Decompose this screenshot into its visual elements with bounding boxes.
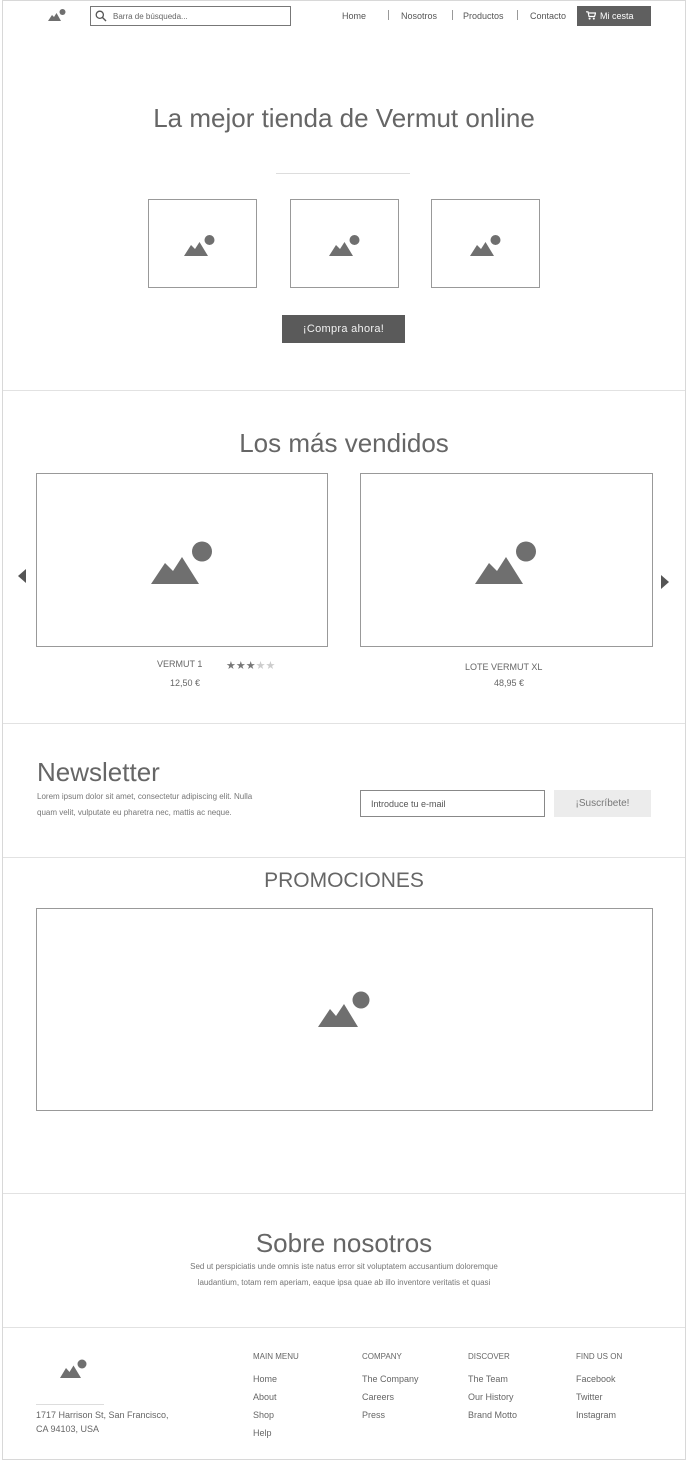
product-card-image[interactable]: [360, 473, 653, 647]
footer-link[interactable]: Instagram: [576, 1410, 616, 1420]
image-placeholder-icon: [60, 1359, 87, 1378]
section-divider: [3, 723, 685, 724]
promotions-title: PROMOCIONES: [264, 869, 424, 892]
cart-button[interactable]: Mi cesta: [577, 6, 651, 26]
section-divider: [3, 1327, 685, 1328]
search-icon: [95, 10, 107, 22]
star-icon: ★: [245, 660, 256, 672]
nav-divider: [388, 10, 389, 20]
search-input[interactable]: [113, 10, 283, 22]
footer-link[interactable]: Our History: [468, 1392, 514, 1402]
about-title: Sobre nosotros: [255, 1228, 433, 1258]
star-icon: ★: [265, 660, 276, 672]
address-line: CA 94103, USA: [36, 1424, 100, 1434]
footer-link[interactable]: Brand Motto: [468, 1410, 517, 1420]
star-icon: ★: [255, 660, 266, 672]
footer-divider: [36, 1404, 104, 1405]
nav-divider: [517, 10, 518, 20]
nav-nosotros[interactable]: Nosotros: [401, 11, 437, 21]
logo[interactable]: [48, 9, 66, 21]
rating-stars: ★★★★★: [226, 656, 275, 674]
hero-image-2: [290, 199, 399, 288]
subscribe-button[interactable]: ¡Suscríbete!: [554, 790, 651, 817]
footer-link[interactable]: Help: [253, 1428, 272, 1438]
product-price: 12,50 €: [170, 678, 201, 688]
footer-address: 1717 Harrison St, San Francisco, CA 9410…: [36, 1408, 169, 1436]
carousel-prev-arrow-icon[interactable]: [18, 569, 26, 583]
hero-title: La mejor tienda de Vermut online: [153, 103, 535, 133]
newsletter-text-line: quam velit, vulputate eu pharetra nec, m…: [37, 808, 232, 817]
section-divider: [3, 390, 685, 391]
image-placeholder-icon: [184, 235, 215, 256]
image-placeholder-icon: [475, 541, 536, 584]
footer-heading: MAIN MENU: [253, 1352, 299, 1361]
footer-link[interactable]: The Team: [468, 1374, 508, 1384]
footer-link[interactable]: The Company: [362, 1374, 419, 1384]
hero-image-3: [431, 199, 540, 288]
footer-link[interactable]: Facebook: [576, 1374, 616, 1384]
footer-link[interactable]: Twitter: [576, 1392, 603, 1402]
promotion-banner[interactable]: [36, 908, 653, 1111]
search-bar[interactable]: [90, 6, 291, 26]
product-price: 48,95 €: [494, 678, 525, 688]
product-name[interactable]: LOTE VERMUT XL: [465, 662, 542, 672]
address-line: 1717 Harrison St, San Francisco,: [36, 1410, 169, 1420]
cart-label: Mi cesta: [600, 11, 634, 21]
buy-now-button[interactable]: ¡Compra ahora!: [282, 315, 405, 343]
about-text-line: laudantium, totam rem aperiam, eaque ips…: [197, 1278, 491, 1287]
footer-link[interactable]: Home: [253, 1374, 277, 1384]
email-field[interactable]: [360, 790, 545, 817]
nav-home[interactable]: Home: [342, 11, 366, 21]
star-icon: ★: [235, 660, 246, 672]
image-placeholder-icon: [470, 235, 501, 256]
footer-link[interactable]: Shop: [253, 1410, 274, 1420]
footer-link[interactable]: About: [253, 1392, 277, 1402]
footer-heading: DISCOVER: [468, 1352, 510, 1361]
newsletter-text-line: Lorem ipsum dolor sit amet, consectetur …: [37, 792, 253, 801]
about-text: Sed ut perspiciatis unde omnis iste natu…: [0, 1259, 688, 1291]
product-name[interactable]: VERMUT 1: [157, 659, 202, 669]
footer-heading: COMPANY: [362, 1352, 402, 1361]
cart-icon: [586, 11, 596, 20]
star-icon: ★: [226, 660, 236, 672]
email-input[interactable]: [371, 798, 536, 810]
nav-divider: [452, 10, 453, 20]
newsletter-title: Newsletter: [37, 757, 160, 787]
footer-link[interactable]: Careers: [362, 1392, 394, 1402]
bestsellers-title: Los más vendidos: [239, 428, 449, 458]
carousel-next-arrow-icon[interactable]: [661, 575, 669, 589]
image-placeholder-icon: [151, 541, 212, 584]
section-divider: [3, 1193, 685, 1194]
product-card-image[interactable]: [36, 473, 328, 647]
hero-divider: [276, 173, 410, 174]
about-text-line: Sed ut perspiciatis unde omnis iste natu…: [190, 1262, 498, 1271]
footer-logo[interactable]: [60, 1359, 87, 1378]
footer-heading: FIND US ON: [576, 1352, 623, 1361]
hero-image-1: [148, 199, 257, 288]
image-placeholder-icon: [48, 9, 66, 21]
image-placeholder-icon: [329, 235, 360, 256]
section-divider: [3, 857, 685, 858]
newsletter-text: Lorem ipsum dolor sit amet, consectetur …: [37, 789, 252, 821]
image-placeholder-icon: [318, 991, 370, 1027]
footer-link[interactable]: Press: [362, 1410, 385, 1420]
nav-contacto[interactable]: Contacto: [530, 11, 566, 21]
nav-productos[interactable]: Productos: [463, 11, 504, 21]
